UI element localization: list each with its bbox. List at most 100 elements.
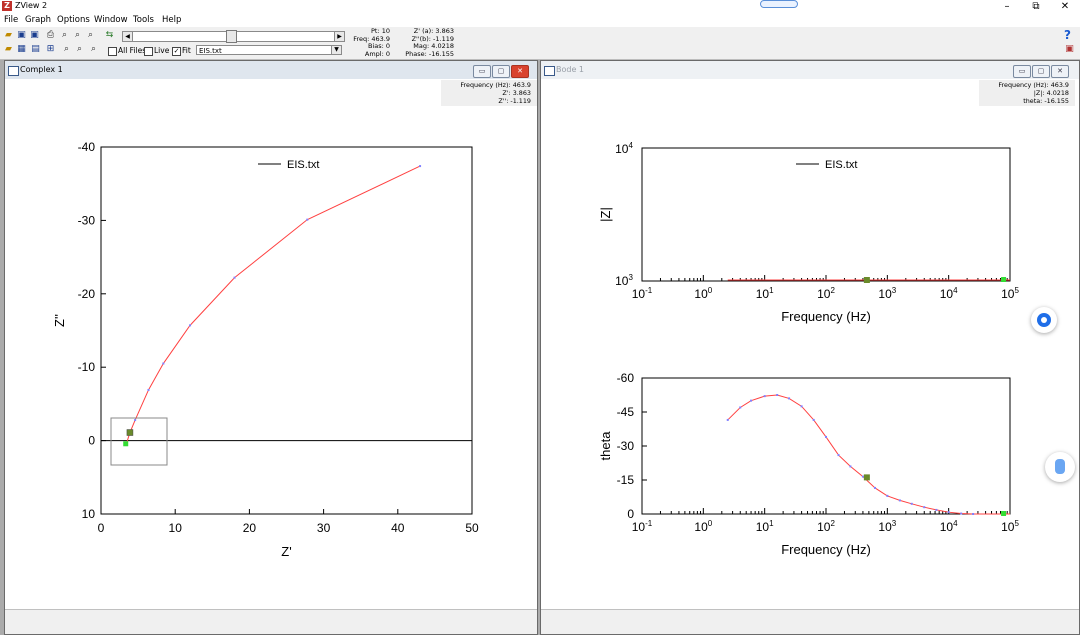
- data-point: [306, 218, 309, 221]
- help-icon[interactable]: ?: [1064, 28, 1071, 42]
- slider-thumb[interactable]: [226, 30, 237, 43]
- legend-label: EIS.txt: [825, 159, 857, 171]
- x-tick-label: 105: [1001, 519, 1019, 534]
- menu-window[interactable]: Window: [94, 15, 128, 25]
- y-tick-label: 0: [88, 434, 95, 448]
- phase-selected-marker: [863, 474, 870, 481]
- magnify-plus-icon[interactable]: ⌕: [74, 44, 85, 54]
- graph-window-icon: [544, 66, 555, 76]
- open-icon[interactable]: ▰: [3, 44, 14, 54]
- data-point: [960, 512, 963, 515]
- y-tick-label: -60: [617, 371, 635, 385]
- all-files-checkbox[interactable]: [108, 47, 117, 56]
- menu-bar: File Graph Options Window Tools Help: [0, 13, 1080, 27]
- data-point: [837, 454, 840, 457]
- x-tick-label: 104: [940, 519, 958, 534]
- y-tick-label: -20: [78, 287, 96, 301]
- menu-help[interactable]: Help: [162, 15, 181, 25]
- readout-point-info: Pt: 10 Freq: 463.9 Bias: 0 Ampl: 0: [346, 27, 390, 58]
- y-axis-label: Z'': [52, 314, 67, 327]
- data-point: [972, 513, 975, 515]
- nyquist-plot[interactable]: 0 10 20 30 40 50-40-30-20-10010Z'Z''EIS.txt: [5, 80, 535, 610]
- assistant-float-button[interactable]: [1031, 307, 1057, 333]
- print-icon[interactable]: ⎙: [45, 30, 56, 40]
- grid-icon[interactable]: ▦: [16, 44, 27, 54]
- data-point: [739, 406, 742, 409]
- close-icon[interactable]: ✕: [511, 65, 529, 78]
- x-tick-label: 10: [169, 521, 183, 535]
- magnify-minus-icon[interactable]: ⌕: [88, 44, 99, 54]
- maximize-icon[interactable]: ▢: [1032, 65, 1050, 78]
- y-tick-label: 10: [82, 507, 96, 521]
- open-folder-icon[interactable]: ▰: [3, 30, 14, 40]
- x-tick-label: 102: [817, 519, 835, 534]
- settings-icon[interactable]: ▣: [1064, 44, 1075, 54]
- y-tick-label: -45: [617, 405, 635, 419]
- zoom-in-icon[interactable]: ⌕: [72, 30, 83, 40]
- minimize-icon[interactable]: –: [992, 0, 1022, 13]
- save-icon[interactable]: ▣: [16, 30, 27, 40]
- data-tool-icon[interactable]: ⇆: [104, 30, 115, 40]
- first-point-marker: [123, 441, 129, 447]
- data-point: [189, 324, 192, 327]
- x-tick-label: 20: [243, 521, 257, 535]
- y-tick-label: -30: [617, 439, 635, 453]
- selected-point-marker: [126, 429, 134, 436]
- data-point: [800, 405, 803, 408]
- y-tick-label: 0: [627, 507, 634, 521]
- save-all-icon[interactable]: ▣: [29, 30, 40, 40]
- chart-icon[interactable]: ▤: [30, 44, 41, 54]
- data-point: [874, 486, 877, 489]
- readout-ampl: Ampl: 0: [364, 49, 390, 58]
- mag-y-axis-label: |Z|: [598, 207, 613, 222]
- maximize-icon[interactable]: ▢: [492, 65, 510, 78]
- zoom-out-icon[interactable]: ⌕: [85, 30, 96, 40]
- x-tick-label: 10-1: [632, 286, 653, 301]
- data-point: [419, 165, 422, 168]
- x-tick-label: 40: [391, 521, 405, 535]
- side-float-button[interactable]: [1045, 452, 1075, 482]
- axes-icon[interactable]: ⊞: [45, 44, 56, 54]
- data-point: [849, 465, 852, 468]
- mag-selected-marker: [863, 277, 870, 283]
- complex-window: Complex 1 ▭ ▢ ✕ Frequency (Hz): 463.9 Z'…: [4, 60, 538, 635]
- x-tick-label: 0: [98, 521, 105, 535]
- menu-file[interactable]: File: [4, 15, 18, 25]
- menu-options[interactable]: Options: [57, 15, 90, 25]
- data-point: [898, 499, 901, 502]
- file-select-value: EIS.txt: [199, 47, 222, 55]
- x-tick-label: 105: [1001, 286, 1019, 301]
- y-tick-label: -30: [78, 213, 96, 227]
- x-tick-label: 100: [694, 286, 712, 301]
- bode-plots[interactable]: 10-1 100 101 102 103 104 105 Frequency (Hz) 104 1…: [541, 80, 1077, 610]
- data-point: [233, 276, 236, 279]
- magnify-icon[interactable]: ⌕: [61, 44, 72, 54]
- chevron-down-icon[interactable]: ▼: [331, 46, 341, 54]
- title-pill[interactable]: [760, 0, 798, 8]
- menu-graph[interactable]: Graph: [25, 15, 51, 25]
- y-tick-label: -10: [78, 360, 96, 374]
- file-select[interactable]: EIS.txt ▼: [196, 45, 342, 55]
- live-checkbox[interactable]: [144, 47, 153, 56]
- bode-window-title: Bode 1: [556, 65, 585, 74]
- slider-right-arrow[interactable]: ▶: [334, 31, 345, 42]
- y-tick-label: -15: [617, 473, 635, 487]
- bottle-icon: [1055, 459, 1065, 474]
- zoom-icon[interactable]: ⌕: [59, 30, 70, 40]
- data-point: [812, 418, 815, 421]
- menu-tools[interactable]: Tools: [133, 15, 154, 25]
- x-tick-label: 50: [465, 521, 479, 535]
- minimize-icon[interactable]: ▭: [473, 65, 491, 78]
- bode-window: Bode 1 ▭ ▢ ✕ Frequency (Hz): 463.9 |Z|: …: [540, 60, 1080, 635]
- bode-status-bar: [541, 609, 1079, 634]
- live-label: Live: [154, 46, 170, 55]
- data-point: [788, 397, 791, 400]
- restore-icon[interactable]: ⧉: [1021, 0, 1051, 13]
- close-icon[interactable]: ✕: [1051, 65, 1069, 78]
- minimize-icon[interactable]: ▭: [1013, 65, 1031, 78]
- fit-checkbox[interactable]: ✓: [172, 47, 181, 56]
- x-tick-label: 103: [878, 286, 896, 301]
- data-point: [776, 394, 779, 396]
- graph-window-icon: [8, 66, 19, 76]
- close-icon[interactable]: ✕: [1050, 0, 1080, 13]
